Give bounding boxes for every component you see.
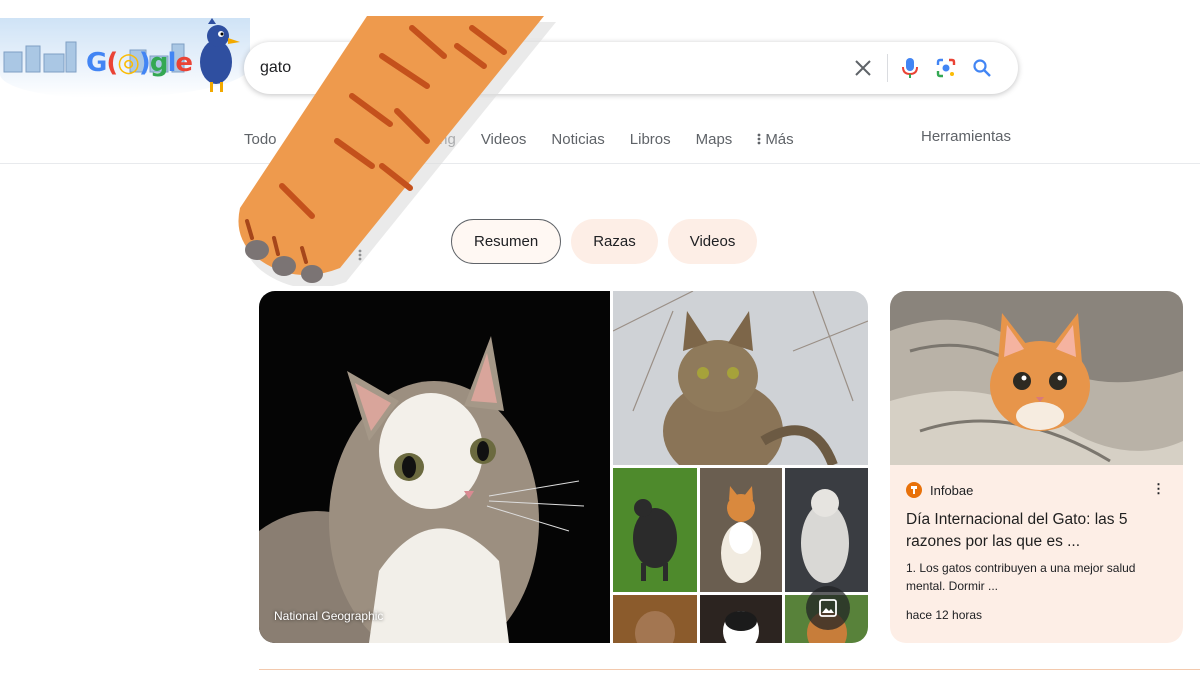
chip-breeds[interactable]: Razas [571,219,658,264]
header-divider [0,163,1200,164]
image-search-icon [819,599,837,617]
entity-title: Gato [300,204,366,237]
tab-more-label: Más [765,130,794,148]
microphone-icon[interactable] [892,50,928,86]
news-timestamp: hace 12 horas [906,608,983,622]
search-box[interactable] [244,42,1018,94]
black-cat-grass-image[interactable] [613,468,697,592]
clear-icon[interactable] [845,50,881,86]
news-card[interactable]: Infobae ⋮ Día Internacional del Gato: la… [890,291,1183,643]
news-snippet: 1. Los gatos contribuyen a una mejor sal… [906,561,1136,593]
news-more-icon[interactable]: ⋮ [1152,481,1165,497]
news-source-name: Infobae [930,482,974,498]
search-divider [887,54,888,82]
news-title[interactable]: Día Internacional del Gato: las 5 razone… [906,509,1171,553]
tabby-cat-image[interactable] [613,291,868,465]
tab-news[interactable]: Noticias [551,131,604,148]
kitten-image [890,291,1183,465]
image-credit: National Geographic [274,609,384,623]
google-doodle[interactable]: G(◎)gle [0,18,250,98]
chip-summary[interactable]: Resumen [451,219,562,264]
tools-button[interactable]: Herramientas [921,128,1011,145]
doodle-bird-icon [200,18,240,92]
section-divider [259,669,1200,670]
tab-videos[interactable]: Videos [481,131,527,148]
google-logo: G(◎)gle [86,48,193,78]
lens-icon[interactable] [928,50,964,86]
tab-more[interactable]: Más [757,130,794,148]
news-source: Infobae [906,482,973,498]
entity-chips: Resumen Razas Videos [451,219,758,264]
search-icon[interactable] [964,50,1000,86]
search-input[interactable] [260,59,800,77]
tab-books[interactable]: Libros [630,131,671,148]
entity-menu-icon[interactable] [358,249,362,261]
tab-images[interactable]: Imágenes [302,131,368,148]
entity-subtitle: Animal [300,246,362,263]
tuxedo-cat-image[interactable] [700,595,782,643]
tab-maps[interactable]: Maps [696,131,733,148]
tab-shopping[interactable]: Shopping [392,131,455,148]
orange-white-cat-image[interactable] [700,468,782,592]
search-tabs: Todo Imágenes Shopping Videos Noticias L… [244,128,819,150]
infobae-logo-icon [906,482,922,498]
image-mosaic: National Geographic [259,291,868,643]
main-cat-image[interactable]: National Geographic [259,291,610,643]
entity-type: Animal [300,246,346,263]
siamese-cat-image[interactable] [613,595,697,643]
chip-videos[interactable]: Videos [667,219,758,264]
more-vert-icon [757,133,761,145]
more-images-button[interactable] [806,586,850,630]
fluffy-white-cat-image[interactable] [785,468,868,592]
tab-all[interactable]: Todo [244,131,277,148]
